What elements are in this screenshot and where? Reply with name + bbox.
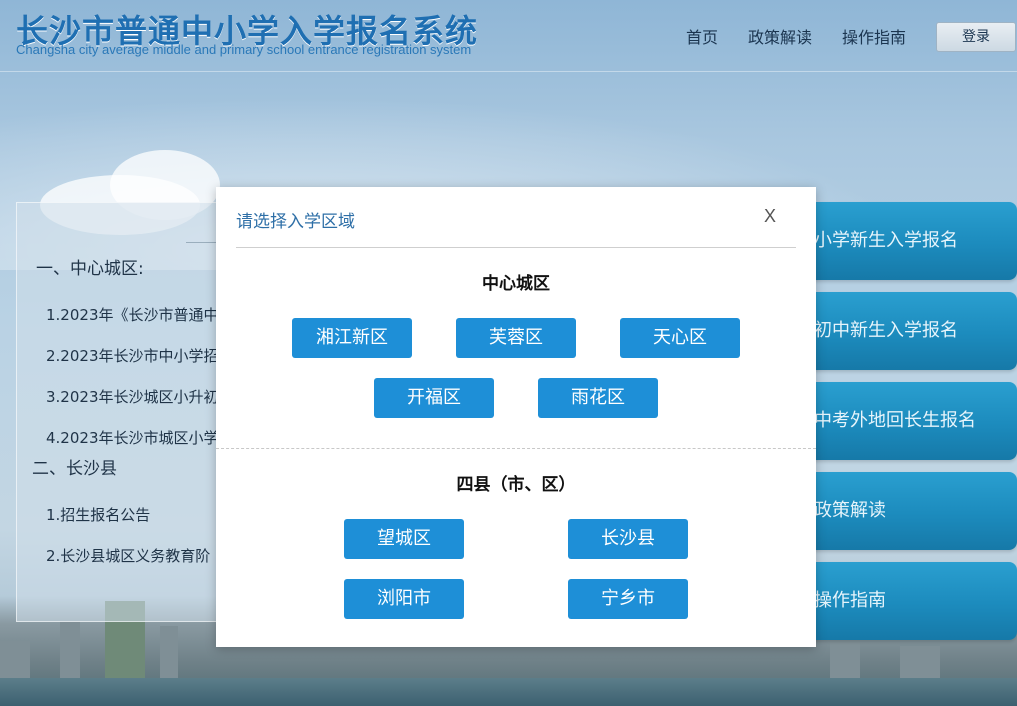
nav-home[interactable]: 首页	[686, 24, 718, 48]
district-select-modal: 请选择入学区域 X 中心城区 湘江新区 芙蓉区 天心区 开福区 雨花区 四县（市…	[216, 187, 816, 647]
building-decoration	[830, 636, 860, 681]
building-decoration	[160, 626, 178, 681]
login-button[interactable]: 登录	[936, 22, 1016, 52]
card-policy[interactable]: 政策解读	[806, 472, 1017, 550]
news-link[interactable]: 2.长沙县城区义务教育阶	[46, 545, 216, 566]
district-button-ningxiang[interactable]: 宁乡市	[568, 579, 688, 619]
news-link[interactable]: 1.招生报名公告	[46, 504, 216, 525]
modal-divider	[236, 247, 796, 248]
river-decoration	[0, 678, 1017, 706]
district-button-changsha-county[interactable]: 长沙县	[568, 519, 688, 559]
district-button-tianxin[interactable]: 天心区	[620, 318, 740, 358]
section-heading-central: 一、中心城区:	[36, 259, 144, 279]
close-button[interactable]: X	[764, 206, 776, 227]
nav-policy[interactable]: 政策解读	[748, 24, 812, 48]
news-link[interactable]: 4.2023年长沙市城区小学	[46, 427, 216, 448]
district-button-yuhua[interactable]: 雨花区	[538, 378, 658, 418]
card-primary-registration[interactable]: 小学新生入学报名	[806, 202, 1017, 280]
group-title-counties: 四县（市、区）	[456, 475, 576, 495]
modal-title: 请选择入学区域	[236, 212, 355, 232]
district-button-kaifu[interactable]: 开福区	[374, 378, 494, 418]
card-return-exam-registration[interactable]: 中考外地回长生报名	[806, 382, 1017, 460]
site-subtitle: Changsha city average middle and primary…	[16, 42, 472, 57]
building-decoration	[60, 621, 80, 681]
district-button-wangcheng[interactable]: 望城区	[344, 519, 464, 559]
section-heading-changsha-county: 二、长沙县	[32, 459, 117, 479]
building-decoration	[0, 641, 30, 681]
building-decoration	[900, 646, 940, 681]
district-button-xiangjiang[interactable]: 湘江新区	[292, 318, 412, 358]
district-button-liuyang[interactable]: 浏阳市	[344, 579, 464, 619]
news-link[interactable]: 1.2023年《长沙市普通中	[46, 304, 216, 325]
news-link[interactable]: 3.2023年长沙城区小升初	[46, 386, 216, 407]
district-button-furong[interactable]: 芙蓉区	[456, 318, 576, 358]
news-link[interactable]: 2.2023年长沙市中小学招	[46, 345, 216, 366]
header: 长沙市普通中小学入学报名系统 Changsha city average mid…	[0, 0, 1017, 72]
card-guide[interactable]: 操作指南	[806, 562, 1017, 640]
panel-divider	[186, 242, 216, 243]
card-junior-registration[interactable]: 初中新生入学报名	[806, 292, 1017, 370]
nav-guide[interactable]: 操作指南	[842, 24, 906, 48]
group-title-central: 中心城区	[482, 274, 550, 294]
section-divider	[216, 448, 816, 449]
